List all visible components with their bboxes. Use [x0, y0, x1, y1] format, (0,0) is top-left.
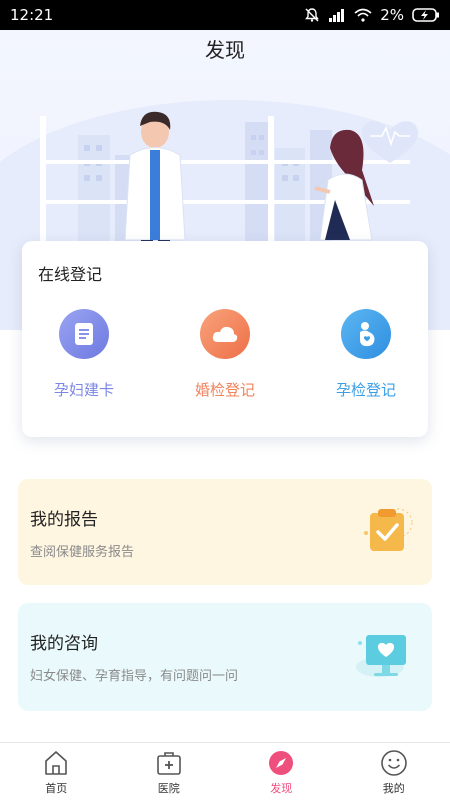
pregnancy-card-label: 孕妇建卡 [53, 381, 114, 399]
online-register-title: 在线登记 [38, 265, 103, 284]
tab-home[interactable]: 首页 [0, 743, 113, 800]
pregnancy-check-button[interactable]: 孕检登记 [306, 309, 426, 400]
tab-discover[interactable]: 发现 [225, 743, 338, 800]
tab-mine-label: 我的 [382, 782, 405, 795]
tab-home-label: 首页 [45, 782, 68, 795]
pregnancy-card-button[interactable]: 孕妇建卡 [24, 309, 144, 400]
monitor-heart-icon [356, 635, 406, 677]
status-icons: 2% [304, 6, 440, 24]
signal-icon [329, 9, 345, 22]
my-consult-card[interactable]: 我的咨询 妇女保健、孕育指导，有问题问一问 [18, 603, 432, 711]
tab-mine[interactable]: 我的 [338, 743, 450, 800]
bottom-tab-bar: 首页 医院 发现 我的 [0, 742, 450, 800]
battery-charging-icon [412, 8, 439, 22]
pregnant-icon [341, 309, 391, 359]
hospital-icon [156, 752, 181, 775]
compass-icon [269, 751, 294, 775]
mute-bell-icon [305, 8, 320, 22]
pregnancy-check-label: 孕检登记 [335, 381, 396, 399]
online-register-card: 在线登记 孕妇建卡 婚检登记 孕检登记 [22, 241, 428, 437]
cloud-icon [200, 309, 250, 359]
wifi-icon [354, 8, 372, 22]
my-report-subtitle: 查阅保健服务报告 [30, 545, 135, 560]
marriage-check-button[interactable]: 婚检登记 [165, 309, 285, 400]
battery-percent: 2% [380, 6, 404, 24]
smiley-icon [380, 750, 407, 776]
status-time: 12:21 [10, 6, 54, 24]
home-icon [45, 751, 68, 775]
tab-hospital[interactable]: 医院 [113, 743, 226, 800]
tab-hospital-label: 医院 [157, 782, 180, 795]
status-bar: 12:21 2% [0, 0, 450, 30]
marriage-check-label: 婚检登记 [194, 381, 255, 399]
tab-discover-label: 发现 [270, 782, 293, 795]
page-title: 发现 [205, 38, 245, 62]
clipboard-check-icon [364, 508, 413, 551]
my-report-card[interactable]: 我的报告 查阅保健服务报告 [18, 479, 432, 585]
my-consult-subtitle: 妇女保健、孕育指导，有问题问一问 [30, 669, 239, 684]
document-icon [59, 309, 109, 359]
my-consult-title: 我的咨询 [30, 634, 98, 654]
my-report-title: 我的报告 [30, 510, 98, 530]
